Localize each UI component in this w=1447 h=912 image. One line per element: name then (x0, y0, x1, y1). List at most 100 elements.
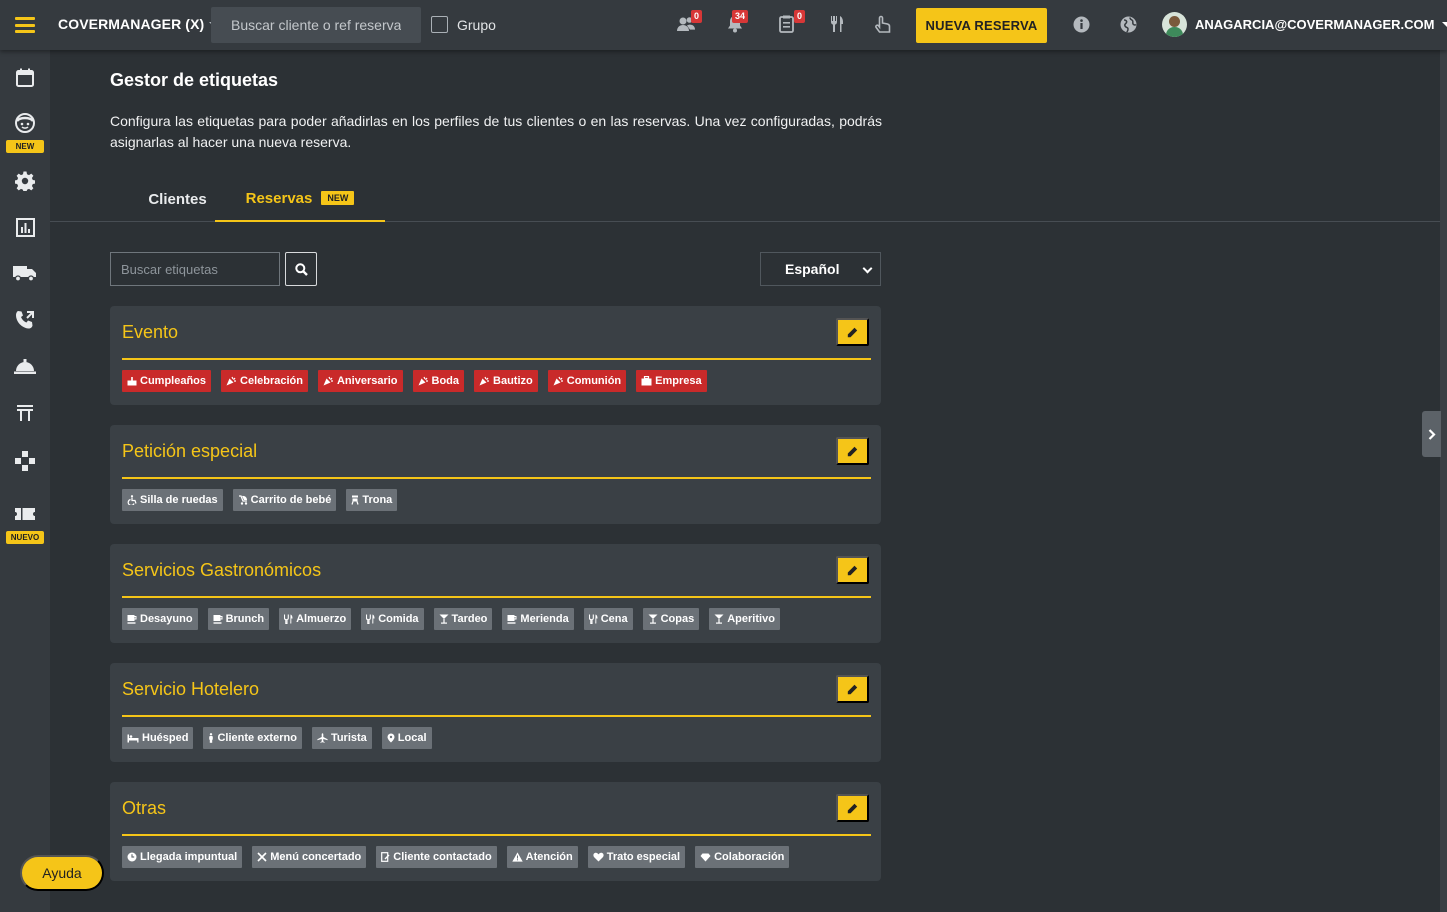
tag-chip[interactable]: Trona (346, 489, 398, 511)
cocktail-icon (439, 614, 449, 624)
chevron-down-icon (862, 263, 873, 274)
cocktail-icon (714, 614, 724, 624)
divider (122, 596, 871, 598)
client-search-input[interactable] (211, 7, 421, 43)
tag-chip[interactable]: Cliente externo (203, 727, 302, 749)
utensils-icon (284, 614, 293, 624)
edit-button[interactable] (836, 794, 869, 822)
tag-chip[interactable]: Comunión (547, 370, 627, 392)
tag-chip[interactable]: Local (381, 727, 432, 749)
tag-list: Cumpleaños Celebración Aniversario Boda … (122, 370, 707, 392)
edit-button[interactable] (836, 675, 869, 703)
category-card-evento: Evento Cumpleaños Celebración Aniversari… (110, 306, 881, 405)
search-button[interactable] (285, 252, 317, 286)
menu-icon[interactable] (0, 0, 50, 50)
coffee-icon (213, 615, 223, 624)
tag-chip[interactable]: Turista (311, 727, 372, 749)
puzzle-icon[interactable] (0, 448, 50, 474)
edit-document-icon (381, 852, 390, 862)
edit-button[interactable] (836, 556, 869, 584)
tag-chip[interactable]: Huésped (122, 727, 194, 749)
tag-chip[interactable]: Brunch (207, 608, 270, 630)
pencil-icon (847, 684, 858, 694)
cake-icon (127, 377, 137, 386)
tag-chip[interactable]: Merienda (502, 608, 574, 630)
tag-chip[interactable]: Aperitivo (709, 608, 780, 630)
ticket-icon[interactable] (0, 501, 50, 527)
divider (122, 477, 871, 479)
divider (122, 358, 871, 360)
hand-pointer-icon[interactable] (873, 14, 893, 34)
calendar-icon[interactable] (0, 64, 50, 90)
phone-icon[interactable] (0, 307, 50, 333)
user-menu[interactable]: ANAGARCIA@COVERMANAGER.COM (1162, 12, 1447, 37)
party-icon (479, 376, 490, 386)
edit-button[interactable] (836, 437, 869, 465)
tag-chip[interactable]: Colaboración (695, 846, 790, 868)
diamond-icon (700, 853, 711, 861)
tag-chip[interactable]: Celebración (221, 370, 308, 392)
clipboard-icon[interactable] (776, 14, 796, 34)
tag-chip[interactable]: Llegada impuntual (122, 846, 243, 868)
help-button[interactable]: Ayuda (20, 855, 104, 891)
plane-icon (317, 733, 328, 743)
stroller-icon (238, 495, 247, 505)
venue-selector[interactable]: COVERMANAGER (X) (58, 16, 220, 32)
party-icon (553, 376, 563, 386)
language-select[interactable]: Español (760, 252, 881, 286)
crossed-utensils-icon (257, 852, 267, 862)
tab-reservas[interactable]: Reservas NEW (215, 176, 385, 222)
gear-icon[interactable] (0, 168, 50, 194)
category-title: Servicio Hotelero (122, 679, 260, 699)
warning-icon (511, 852, 523, 862)
tag-chip[interactable]: Boda (412, 370, 465, 392)
language-value: Español (785, 261, 840, 277)
tag-chip[interactable]: Cumpleaños (122, 370, 212, 392)
category-title: Evento (122, 322, 179, 342)
briefcase-icon (641, 376, 652, 386)
scrollbar[interactable] (1440, 50, 1447, 912)
high-chair-icon (351, 495, 359, 505)
info-icon[interactable] (1071, 14, 1091, 34)
tag-chip[interactable]: Aniversario (317, 370, 403, 392)
tag-chip[interactable]: Tardeo (433, 608, 493, 630)
map-pin-icon (387, 733, 395, 743)
tag-chip[interactable]: Atención (506, 846, 578, 868)
page-title: Gestor de etiquetas (110, 70, 279, 90)
checkbox-icon[interactable] (431, 16, 448, 33)
tag-list: Huésped Cliente externo Turista Local (122, 727, 432, 749)
tag-chip[interactable]: Carrito de bebé (232, 489, 337, 511)
tag-chip[interactable]: Cena (583, 608, 633, 630)
coffee-icon (127, 615, 137, 624)
chart-icon[interactable] (0, 214, 50, 240)
cloche-icon[interactable] (0, 353, 50, 379)
tag-chip[interactable]: Almuerzo (279, 608, 352, 630)
tag-chip[interactable]: Menú concertado (252, 846, 367, 868)
tag-chip[interactable]: Silla de ruedas (122, 489, 223, 511)
waitlist-badge: 0 (691, 10, 703, 23)
utensils-icon[interactable] (827, 14, 847, 34)
pi-icon[interactable] (0, 400, 50, 426)
face-icon[interactable] (0, 110, 50, 136)
category-title: Servicios Gastronómicos (122, 560, 322, 580)
group-checkbox[interactable]: Grupo (431, 16, 496, 33)
new-reservation-button[interactable]: NUEVA RESERVA (916, 8, 1047, 43)
truck-icon[interactable] (0, 260, 50, 286)
tag-chip[interactable]: Bautizo (474, 370, 538, 392)
globe-icon[interactable] (1118, 14, 1138, 34)
wheelchair-icon (127, 495, 137, 505)
category-card-peticion-especial: Petición especial Silla de ruedas Carrit… (110, 425, 881, 524)
tag-chip[interactable]: Comida (361, 608, 424, 630)
tag-chip[interactable]: Empresa (636, 370, 707, 392)
tag-chip[interactable]: Copas (642, 608, 700, 630)
category-card-servicios-gastronomicos: Servicios Gastronómicos Desayuno Brunch … (110, 544, 881, 643)
tag-search-input[interactable] (110, 252, 280, 286)
tag-chip[interactable]: Desayuno (122, 608, 198, 630)
tag-chip[interactable]: Cliente contactado (376, 846, 497, 868)
nuevo-badge: NUEVO (6, 531, 44, 544)
tabs: Clientes Reservas NEW (50, 176, 1440, 222)
new-badge: NEW (6, 140, 44, 153)
side-panel-toggle[interactable] (1422, 411, 1441, 457)
tag-chip[interactable]: Trato especial (587, 846, 686, 868)
edit-button[interactable] (836, 318, 869, 346)
